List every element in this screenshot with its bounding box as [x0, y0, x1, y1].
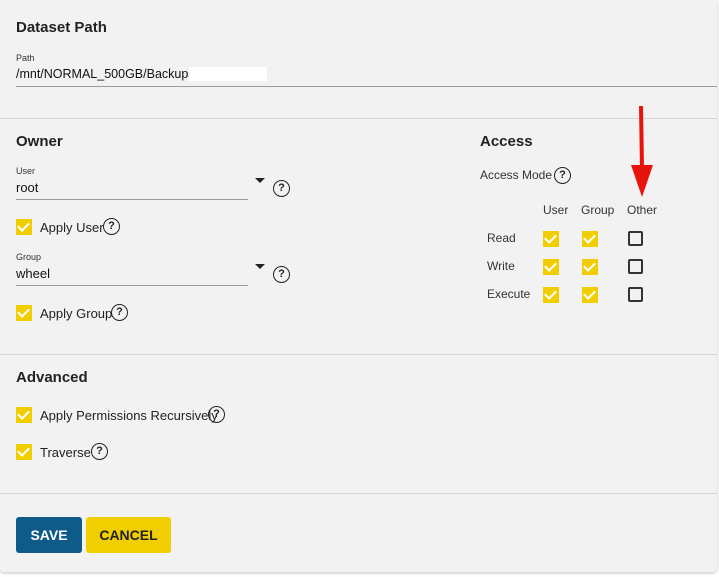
section-divider	[0, 493, 717, 494]
apply-recursively-checkbox[interactable]	[16, 407, 32, 423]
traverse-checkbox[interactable]	[16, 444, 32, 460]
group-dropdown-arrow-icon[interactable]	[255, 264, 265, 269]
user-help-icon[interactable]: ?	[273, 180, 290, 197]
group-select-value[interactable]: wheel	[16, 266, 50, 281]
access-col-other: Other	[627, 203, 658, 217]
apply-group-checkbox[interactable]	[16, 305, 32, 321]
execute-group-checkbox[interactable]	[582, 287, 598, 303]
access-mode-help-icon[interactable]: ?	[554, 167, 571, 184]
dataset-path-title: Dataset Path	[16, 19, 107, 36]
owner-title: Owner	[16, 133, 63, 150]
group-field-label: Group	[16, 252, 42, 262]
write-group-checkbox[interactable]	[582, 259, 598, 275]
access-row-execute-label: Execute	[487, 287, 531, 301]
execute-user-checkbox[interactable]	[543, 287, 559, 303]
group-select-underline	[16, 285, 248, 286]
path-field-label: Path	[16, 53, 35, 63]
user-select-underline	[16, 199, 248, 200]
section-divider	[0, 354, 717, 355]
access-title: Access	[480, 133, 533, 150]
apply-user-help-icon[interactable]: ?	[103, 218, 120, 235]
group-help-icon[interactable]: ?	[273, 266, 290, 283]
access-col-group: Group	[581, 203, 615, 217]
redacted-path-segment	[189, 67, 267, 81]
apply-group-label: Apply Group	[40, 306, 113, 321]
read-user-checkbox[interactable]	[543, 231, 559, 247]
user-field-label: User	[16, 166, 36, 176]
apply-recursively-label: Apply Permissions Recursively	[40, 408, 218, 423]
access-row-read-label: Read	[487, 231, 516, 245]
access-col-user: User	[543, 203, 569, 217]
path-field-value[interactable]: /mnt/NORMAL_500GB/Backups/	[16, 67, 198, 81]
user-dropdown-arrow-icon[interactable]	[255, 178, 265, 183]
write-other-checkbox[interactable]	[628, 259, 643, 274]
access-row-write-label: Write	[487, 259, 515, 273]
apply-user-checkbox[interactable]	[16, 219, 32, 235]
read-other-checkbox[interactable]	[628, 231, 643, 246]
red-arrow-annotation-icon	[631, 105, 653, 197]
access-mode-label: Access Mode	[480, 168, 553, 182]
permissions-form-card: Dataset Path Path /mnt/NORMAL_500GB/Back…	[0, 0, 717, 572]
write-user-checkbox[interactable]	[543, 259, 559, 275]
user-select-value[interactable]: root	[16, 180, 38, 195]
read-group-checkbox[interactable]	[582, 231, 598, 247]
execute-other-checkbox[interactable]	[628, 287, 643, 302]
apply-recursively-help-icon[interactable]: ?	[208, 406, 225, 423]
apply-group-help-icon[interactable]: ?	[111, 304, 128, 321]
apply-user-label: Apply User	[40, 220, 104, 235]
advanced-title: Advanced	[16, 369, 88, 386]
path-field-underline	[16, 86, 717, 87]
cancel-button[interactable]: CANCEL	[86, 517, 171, 553]
traverse-help-icon[interactable]: ?	[91, 443, 108, 460]
traverse-label: Traverse	[40, 445, 91, 460]
section-divider	[0, 118, 717, 119]
save-button[interactable]: SAVE	[16, 517, 82, 553]
